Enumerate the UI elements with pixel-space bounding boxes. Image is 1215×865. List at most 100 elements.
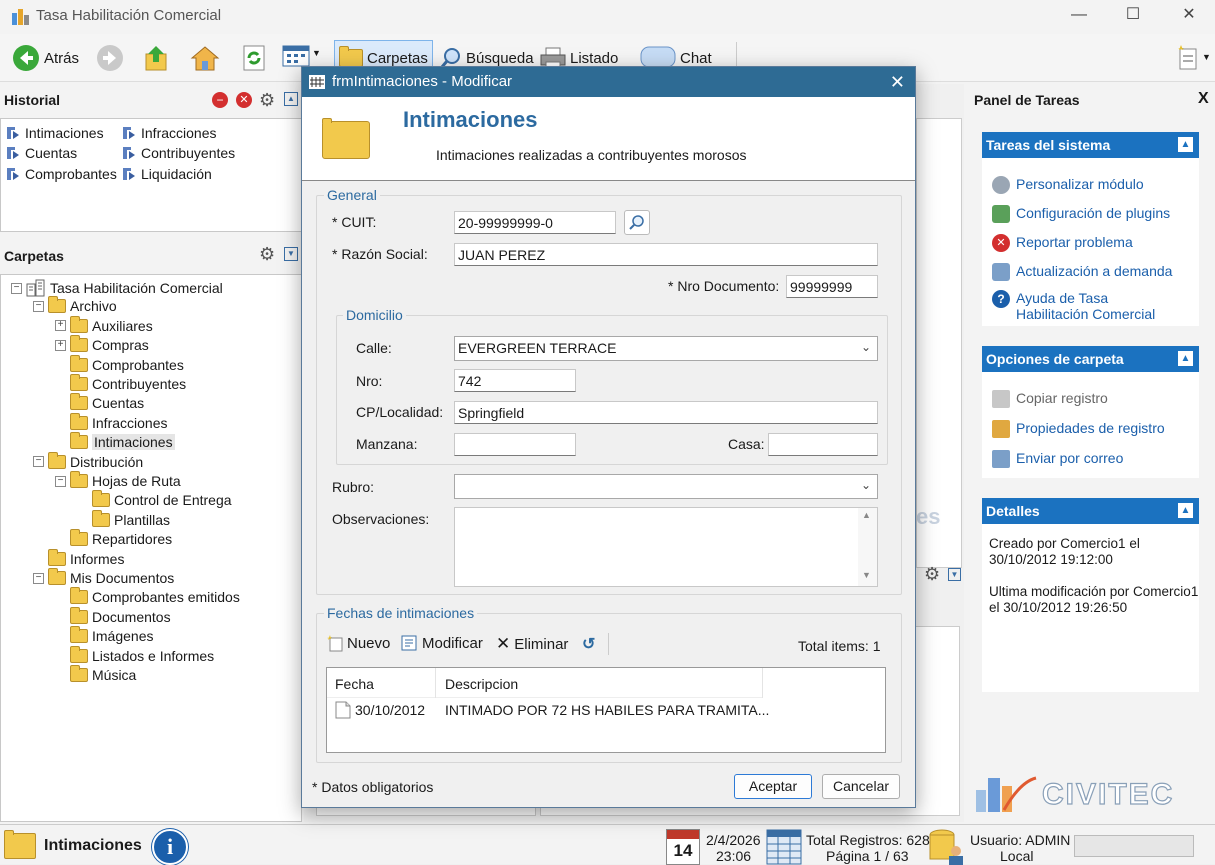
info-icon[interactable]: i xyxy=(152,829,188,865)
record-properties-link[interactable]: Propiedades de registro xyxy=(992,420,1165,438)
collapse-icon[interactable]: − xyxy=(55,475,66,487)
rubro-select[interactable]: ⌄ xyxy=(454,474,878,499)
forward-arrow-icon[interactable] xyxy=(96,44,124,72)
tree-node[interactable]: − Hojas de Ruta xyxy=(55,471,181,489)
tree-node[interactable]: Intimaciones xyxy=(55,432,175,451)
razon-social-input[interactable]: JUAN PEREZ xyxy=(454,243,878,266)
new-label: Nuevo xyxy=(347,634,391,652)
observaciones-textarea[interactable] xyxy=(454,507,878,587)
link-label: Personalizar módulo xyxy=(1016,176,1144,192)
delete-date-button[interactable]: ✕ Eliminar xyxy=(496,634,568,654)
collapse-icon[interactable]: − xyxy=(33,572,44,584)
tree-node[interactable]: − Tasa Habilitación Comercial xyxy=(11,279,223,297)
chevron-down-icon: ▼ xyxy=(1202,52,1211,62)
send-mail-link[interactable]: Enviar por correo xyxy=(992,450,1123,468)
cancel-button[interactable]: Cancelar xyxy=(822,774,900,799)
history-link[interactable]: Infracciones xyxy=(121,125,216,141)
manzana-input[interactable] xyxy=(454,433,576,456)
gear-icon[interactable]: ⚙ xyxy=(259,244,275,265)
modify-date-button[interactable]: Modificar xyxy=(400,634,483,652)
tree-node[interactable]: Música xyxy=(55,665,136,683)
tree-node[interactable]: Comprobantes emitidos xyxy=(55,587,240,605)
manzana-label: Manzana: xyxy=(356,436,418,452)
scroll-down-icon[interactable]: ▼ xyxy=(862,570,871,580)
cuit-input[interactable]: 20-99999999-0 xyxy=(454,211,616,234)
customize-module-link[interactable]: Personalizar módulo xyxy=(992,176,1144,194)
plugins-config-link[interactable]: Configuración de plugins xyxy=(992,205,1170,223)
nro-documento-input[interactable]: 99999999 xyxy=(786,275,878,298)
maximize-button[interactable]: ☐ xyxy=(1118,4,1148,28)
modified-info: Ultima modificación por Comercio1 el 30/… xyxy=(989,584,1199,615)
cp-localidad-input[interactable]: Springfield xyxy=(454,401,878,424)
refresh-icon[interactable] xyxy=(242,44,266,72)
tree-node[interactable]: − Mis Documentos xyxy=(33,568,174,586)
collapse-icon[interactable]: ▼ xyxy=(948,568,961,581)
collapse-icon[interactable]: ▲ xyxy=(1178,137,1193,152)
calle-select[interactable]: EVERGREEN TERRACE ⌄ xyxy=(454,336,878,361)
expand-icon[interactable]: + xyxy=(55,339,66,351)
tree-node[interactable]: − Distribución xyxy=(33,451,143,470)
table-row[interactable]: 30/10/2012 INTIMADO POR 72 HS HABILES PA… xyxy=(327,698,885,722)
up-folder-icon[interactable] xyxy=(144,44,170,72)
gear-icon[interactable]: ⚙ xyxy=(924,564,940,585)
copy-record-link[interactable]: Copiar registro xyxy=(992,390,1108,408)
close-window-button[interactable]: ✕ xyxy=(1174,4,1204,28)
minimize-button[interactable]: — xyxy=(1064,4,1094,28)
history-link[interactable]: Liquidación xyxy=(121,166,212,182)
collapse-icon[interactable]: ▲ xyxy=(1178,351,1193,366)
collapse-icon[interactable]: − xyxy=(11,282,22,294)
history-link[interactable]: Contribuyentes xyxy=(121,145,235,161)
form-icon xyxy=(309,75,325,89)
new-item-dropdown[interactable]: ▼ xyxy=(1176,44,1211,73)
update-on-demand-link[interactable]: Actualización a demanda xyxy=(992,263,1172,281)
folder-icon xyxy=(70,626,88,644)
column-header-fecha[interactable]: Fecha xyxy=(335,676,374,692)
tree-node[interactable]: − Archivo xyxy=(33,296,117,314)
close-panel-icon[interactable]: X xyxy=(1198,90,1209,108)
collapse-icon[interactable]: − xyxy=(33,300,44,312)
nro-input[interactable]: 742 xyxy=(454,369,576,392)
tree-node[interactable]: + Auxiliares xyxy=(55,315,153,334)
razon-social-label: * Razón Social: xyxy=(332,246,428,262)
new-date-button[interactable]: Nuevo xyxy=(326,634,390,652)
tree-node[interactable]: Comprobantes xyxy=(55,354,184,373)
accept-button[interactable]: Aceptar xyxy=(734,774,812,799)
gear-icon[interactable]: ⚙ xyxy=(259,90,275,111)
collapse-icon[interactable]: − xyxy=(33,456,44,468)
tree-node[interactable]: Plantillas xyxy=(77,509,170,528)
row-descripcion: INTIMADO POR 72 HS HABILES PARA TRAMITA.… xyxy=(445,702,770,718)
link-label: Actualización a demanda xyxy=(1016,263,1173,279)
tree-node[interactable]: Infracciones xyxy=(55,412,167,431)
expand-icon[interactable]: + xyxy=(55,320,66,332)
tree-node[interactable]: Contribuyentes xyxy=(55,374,186,392)
column-header-descripcion[interactable]: Descripcion xyxy=(445,676,518,692)
refresh-icon[interactable]: ↺ xyxy=(582,634,595,654)
collapse-icon[interactable]: ▲ xyxy=(1178,503,1193,518)
dialog-title: frmIntimaciones - Modificar xyxy=(332,73,513,90)
remove-icon[interactable]: − xyxy=(212,92,228,108)
back-button[interactable]: Atrás xyxy=(12,40,79,76)
casa-input[interactable] xyxy=(768,433,878,456)
dialog-close-icon[interactable]: ✕ xyxy=(890,67,905,97)
history-link[interactable]: Comprobantes xyxy=(5,166,117,182)
tree-node[interactable]: Informes xyxy=(33,548,124,567)
chat-label: Chat xyxy=(680,49,712,67)
tree-node[interactable]: Documentos xyxy=(55,606,171,625)
home-icon[interactable] xyxy=(190,44,220,72)
scroll-up-icon[interactable]: ▲ xyxy=(862,510,871,520)
tree-node[interactable]: Listados e Informes xyxy=(55,645,214,664)
report-problem-link[interactable]: ✕ Reportar problema xyxy=(992,234,1133,252)
cuit-search-button[interactable] xyxy=(624,210,650,235)
clear-icon[interactable]: ✕ xyxy=(236,92,252,108)
tree-node[interactable]: Control de Entrega xyxy=(77,490,232,508)
observaciones-scrollbar[interactable]: ▲ ▼ xyxy=(858,508,877,586)
tree-node[interactable]: Imágenes xyxy=(55,626,153,644)
tree-node[interactable]: Cuentas xyxy=(55,393,144,411)
history-link[interactable]: Cuentas xyxy=(5,145,77,161)
collapse-icon[interactable]: ▼ xyxy=(284,247,298,261)
help-link[interactable]: ? Ayuda de Tasa Habilitación Comercial xyxy=(992,290,1182,322)
tree-node[interactable]: + Compras xyxy=(55,335,149,353)
history-link[interactable]: Intimaciones xyxy=(5,125,104,141)
tree-node[interactable]: Repartidores xyxy=(55,529,172,547)
collapse-icon[interactable]: ▲ xyxy=(284,92,298,106)
